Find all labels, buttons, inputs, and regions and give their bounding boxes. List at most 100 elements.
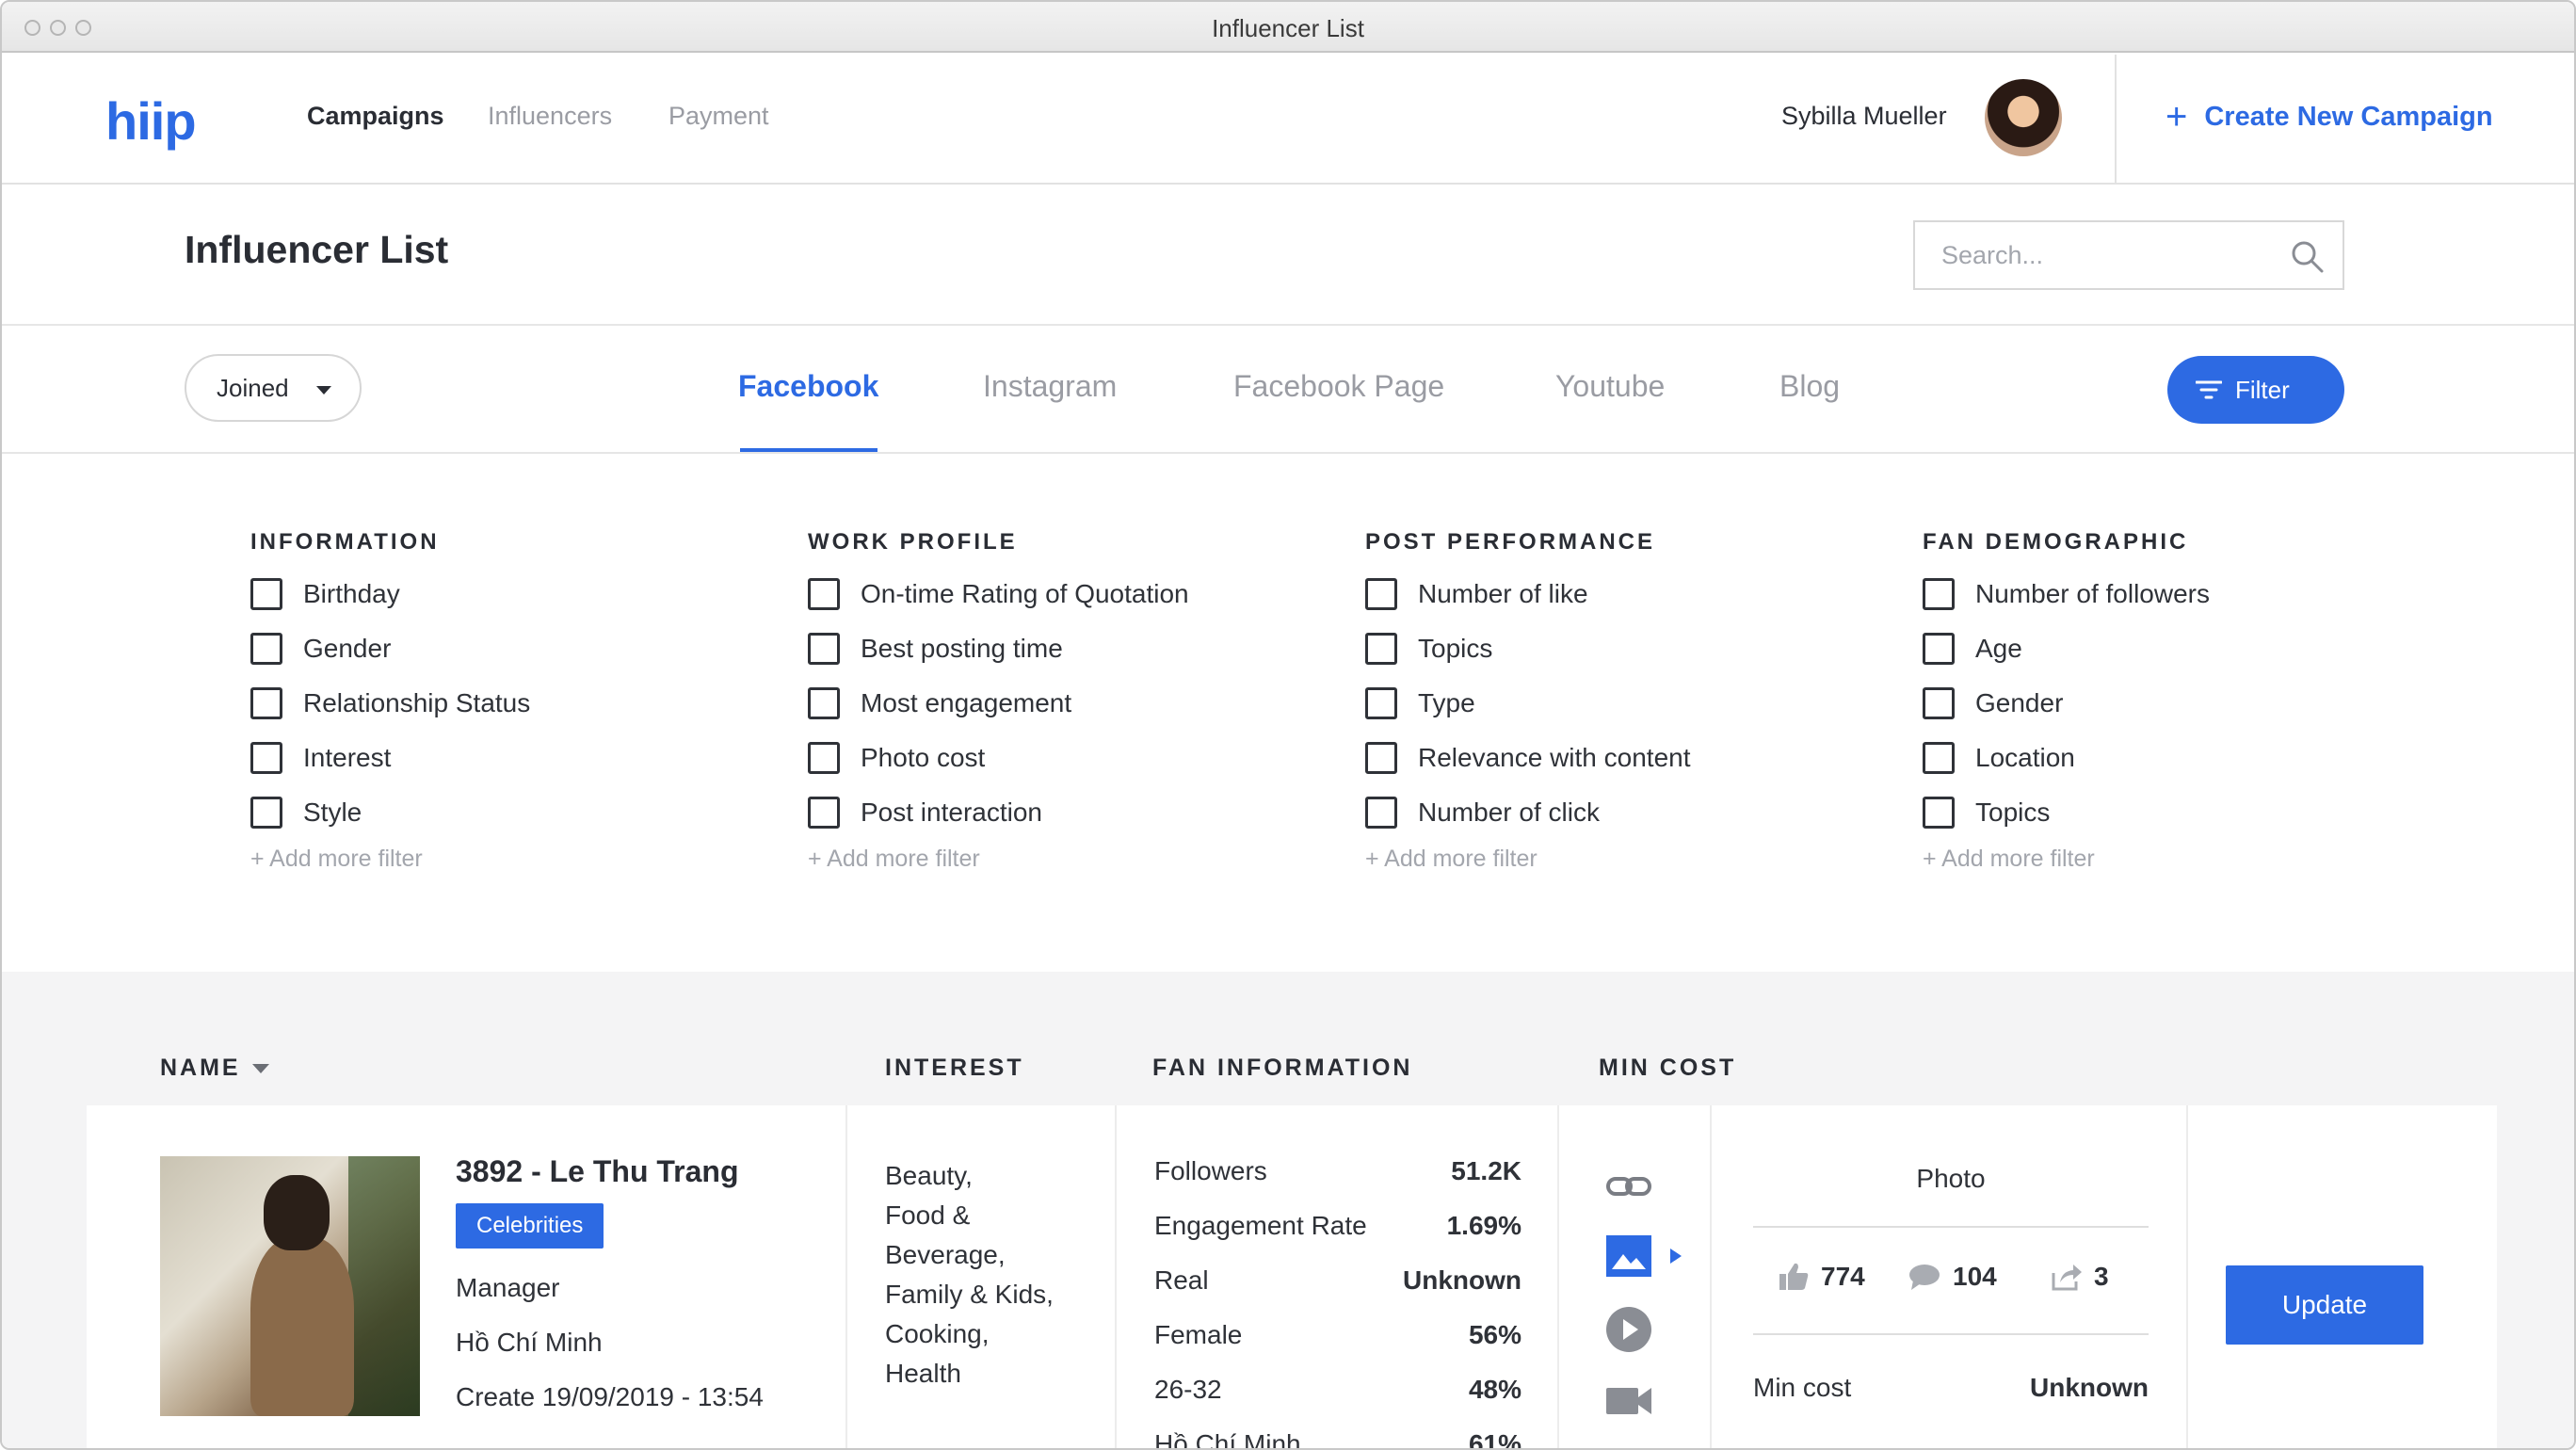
filter-option-label: On-time Rating of Quotation bbox=[861, 579, 1189, 608]
add-more-filter-link[interactable]: + Add more filter bbox=[250, 846, 740, 873]
fan-stat-label: Followers bbox=[1154, 1156, 1267, 1185]
page-title: Influencer List bbox=[185, 228, 449, 271]
search-icon[interactable] bbox=[2290, 239, 2326, 275]
filter-option[interactable]: Birthday bbox=[250, 567, 740, 621]
filter-option[interactable]: Topics bbox=[1923, 785, 2412, 840]
filter-option[interactable]: Number of followers bbox=[1923, 567, 2412, 621]
filter-option[interactable]: Number of like bbox=[1365, 567, 1855, 621]
filter-option[interactable]: Age bbox=[1923, 621, 2412, 676]
hiip-logo[interactable]: hiip bbox=[105, 90, 197, 152]
tab-facebook[interactable]: Facebook bbox=[738, 369, 878, 404]
plus-icon: + bbox=[2165, 96, 2188, 137]
video-camera-icon[interactable] bbox=[1604, 1377, 1653, 1426]
checkbox[interactable] bbox=[1365, 742, 1397, 774]
checkbox[interactable] bbox=[1365, 687, 1397, 719]
filter-group-post-performance: POST PERFORMANCE Number of like Topics T… bbox=[1365, 529, 1855, 873]
checkbox[interactable] bbox=[1365, 633, 1397, 665]
checkbox[interactable] bbox=[1923, 687, 1955, 719]
interest-item: Family & Kids, bbox=[885, 1280, 1054, 1309]
create-new-campaign-button[interactable]: + Create New Campaign bbox=[2165, 98, 2493, 136]
likes-metric: 774 bbox=[1778, 1262, 1865, 1292]
user-name[interactable]: Sybilla Mueller bbox=[1781, 102, 1947, 131]
filter-panel: INFORMATION Birthday Gender Relationship… bbox=[2, 456, 2574, 972]
filter-button[interactable]: Filter bbox=[2167, 356, 2344, 424]
link-icon[interactable] bbox=[1604, 1162, 1653, 1211]
create-new-campaign-label: Create New Campaign bbox=[2204, 101, 2493, 132]
filter-option[interactable]: Topics bbox=[1365, 621, 1855, 676]
interest-list: Beauty, Food & Beverage, Family & Kids, … bbox=[885, 1156, 1092, 1394]
filter-option[interactable]: Relevance with content bbox=[1365, 731, 1855, 785]
play-icon[interactable] bbox=[1604, 1305, 1653, 1354]
tab-blog[interactable]: Blog bbox=[1779, 369, 1840, 404]
filter-option[interactable]: Number of click bbox=[1365, 785, 1855, 840]
filter-option[interactable]: Relationship Status bbox=[250, 676, 740, 731]
column-divider bbox=[2186, 1105, 2188, 1448]
influencer-photo[interactable] bbox=[160, 1156, 420, 1416]
checkbox[interactable] bbox=[808, 742, 840, 774]
interest-item: Food & bbox=[885, 1200, 971, 1230]
search-box bbox=[1913, 220, 2344, 290]
status-dropdown[interactable]: Joined bbox=[185, 354, 362, 422]
add-more-filter-link[interactable]: + Add more filter bbox=[808, 846, 1297, 873]
filter-option[interactable]: Photo cost bbox=[808, 731, 1297, 785]
checkbox[interactable] bbox=[250, 742, 282, 774]
checkbox[interactable] bbox=[808, 578, 840, 610]
filter-option[interactable]: Post interaction bbox=[808, 785, 1297, 840]
filter-group-work-profile: WORK PROFILE On-time Rating of Quotation… bbox=[808, 529, 1297, 873]
shares-count: 3 bbox=[2094, 1262, 2109, 1291]
checkbox[interactable] bbox=[250, 687, 282, 719]
fan-stat-value: Unknown bbox=[1403, 1265, 1521, 1295]
image-icon[interactable] bbox=[1604, 1232, 1653, 1281]
nav-link-campaigns[interactable]: Campaigns bbox=[307, 102, 444, 131]
nav-link-payment[interactable]: Payment bbox=[668, 102, 769, 131]
thumbs-up-icon bbox=[1779, 1263, 1809, 1290]
tab-instagram[interactable]: Instagram bbox=[983, 369, 1117, 404]
checkbox[interactable] bbox=[250, 633, 282, 665]
checkbox[interactable] bbox=[1923, 633, 1955, 665]
filter-option[interactable]: On-time Rating of Quotation bbox=[808, 567, 1297, 621]
filter-option[interactable]: Best posting time bbox=[808, 621, 1297, 676]
filter-option[interactable]: Interest bbox=[250, 731, 740, 785]
comments-count: 104 bbox=[1953, 1262, 1997, 1291]
checkbox[interactable] bbox=[250, 797, 282, 829]
filter-option[interactable]: Most engagement bbox=[808, 676, 1297, 731]
checkbox[interactable] bbox=[808, 797, 840, 829]
user-avatar[interactable] bbox=[1985, 79, 2062, 156]
filter-group-title: INFORMATION bbox=[250, 529, 440, 555]
filter-option[interactable]: Style bbox=[250, 785, 740, 840]
checkbox[interactable] bbox=[1923, 797, 1955, 829]
fan-stat-label: Hồ Chí Minh bbox=[1154, 1429, 1301, 1450]
influencer-role: Manager bbox=[456, 1273, 560, 1302]
interest-item: Cooking, bbox=[885, 1319, 990, 1348]
add-more-filter-link[interactable]: + Add more filter bbox=[1923, 846, 2412, 873]
checkbox[interactable] bbox=[1923, 578, 1955, 610]
filter-group-title: POST PERFORMANCE bbox=[1365, 529, 1656, 555]
checkbox[interactable] bbox=[808, 633, 840, 665]
checkbox[interactable] bbox=[1365, 797, 1397, 829]
filter-option[interactable]: Gender bbox=[250, 621, 740, 676]
column-header-name[interactable]: NAME bbox=[160, 1055, 269, 1082]
divider bbox=[1753, 1226, 2149, 1228]
checkbox[interactable] bbox=[1923, 742, 1955, 774]
filter-option[interactable]: Location bbox=[1923, 731, 2412, 785]
update-button[interactable]: Update bbox=[2226, 1265, 2423, 1345]
fan-stat-value: 1.69% bbox=[1446, 1211, 1521, 1240]
checkbox[interactable] bbox=[250, 578, 282, 610]
tab-facebook-page[interactable]: Facebook Page bbox=[1233, 369, 1444, 404]
nav-link-influencers[interactable]: Influencers bbox=[488, 102, 612, 131]
checkbox[interactable] bbox=[1365, 578, 1397, 610]
search-input[interactable] bbox=[1915, 222, 2343, 288]
comment-icon bbox=[1909, 1265, 1940, 1290]
app-window: Influencer List hiip Campaigns Influence… bbox=[0, 0, 2576, 1450]
cost-type-label: Photo bbox=[1916, 1164, 1986, 1193]
window-title: Influencer List bbox=[1212, 14, 1364, 42]
checkbox[interactable] bbox=[808, 687, 840, 719]
filter-option[interactable]: Gender bbox=[1923, 676, 2412, 731]
interest-item: Health bbox=[885, 1359, 961, 1388]
fan-stat-row: Hồ Chí Minh 61% bbox=[1154, 1429, 1521, 1450]
influencer-name[interactable]: 3892 - Le Thu Trang bbox=[456, 1154, 739, 1189]
tab-youtube[interactable]: Youtube bbox=[1555, 369, 1665, 404]
sort-down-icon[interactable] bbox=[251, 1064, 269, 1074]
filter-option[interactable]: Type bbox=[1365, 676, 1855, 731]
add-more-filter-link[interactable]: + Add more filter bbox=[1365, 846, 1855, 873]
